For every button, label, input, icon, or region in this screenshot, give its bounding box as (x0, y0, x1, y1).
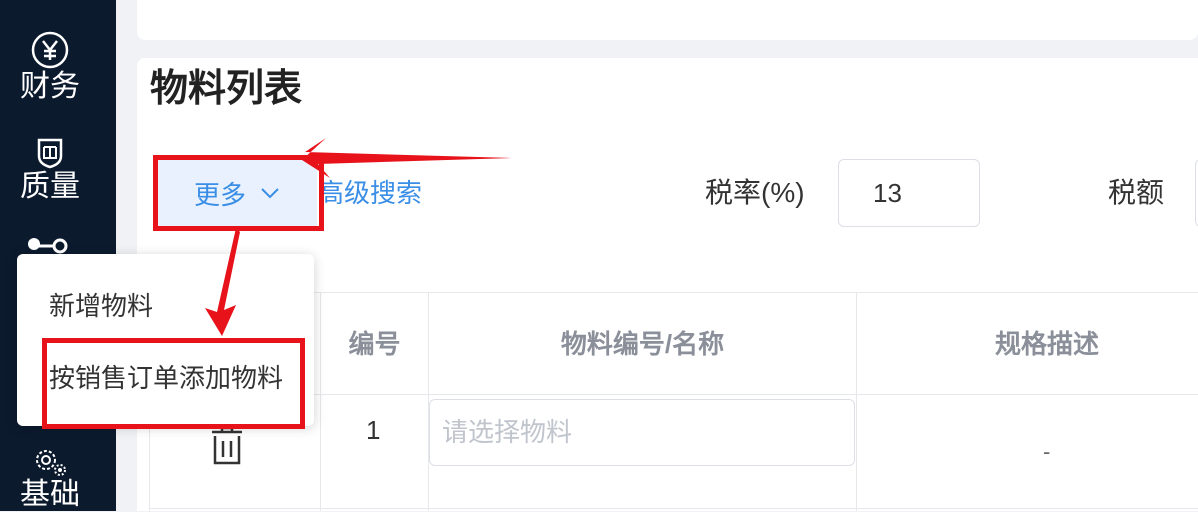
page-title: 物料列表 (150, 68, 303, 110)
column-header-spec: 规格描述 (994, 329, 1099, 359)
spec-value: - (1043, 439, 1051, 464)
sidebar-item-label: 基础 (20, 478, 80, 511)
column-divider (320, 292, 321, 511)
advanced-search-link[interactable]: 高级搜索 (318, 174, 422, 212)
row-divider (149, 508, 1198, 509)
menu-item-add-material[interactable]: 新增物料 (49, 288, 153, 324)
trash-icon[interactable] (208, 426, 246, 466)
yen-circle-icon (31, 31, 69, 69)
column-header-material: 物料编号/名称 (560, 329, 725, 359)
tax-rate-input[interactable] (838, 159, 980, 227)
tax-amount-label: 税额 (1108, 177, 1165, 208)
column-header-number: 编号 (348, 329, 401, 359)
sidebar-item-quality[interactable]: 质量 (0, 136, 100, 204)
sidebar-item-finance[interactable]: 财务 (0, 30, 100, 104)
top-panel (137, 0, 1198, 40)
column-divider (856, 292, 857, 511)
gears-icon (36, 450, 66, 476)
highlight-box-menu-item (42, 338, 305, 429)
highlight-box-more (153, 155, 324, 231)
sidebar-item-basic[interactable]: 基础 (0, 446, 100, 512)
material-select-input[interactable] (429, 399, 855, 466)
sidebar-item-label: 财务 (20, 70, 80, 103)
tax-rate-label: 税率(%) (705, 177, 805, 208)
sidebar-item-label: 质量 (20, 170, 80, 203)
quality-shield-icon (37, 138, 63, 169)
row-number: 1 (366, 415, 381, 445)
